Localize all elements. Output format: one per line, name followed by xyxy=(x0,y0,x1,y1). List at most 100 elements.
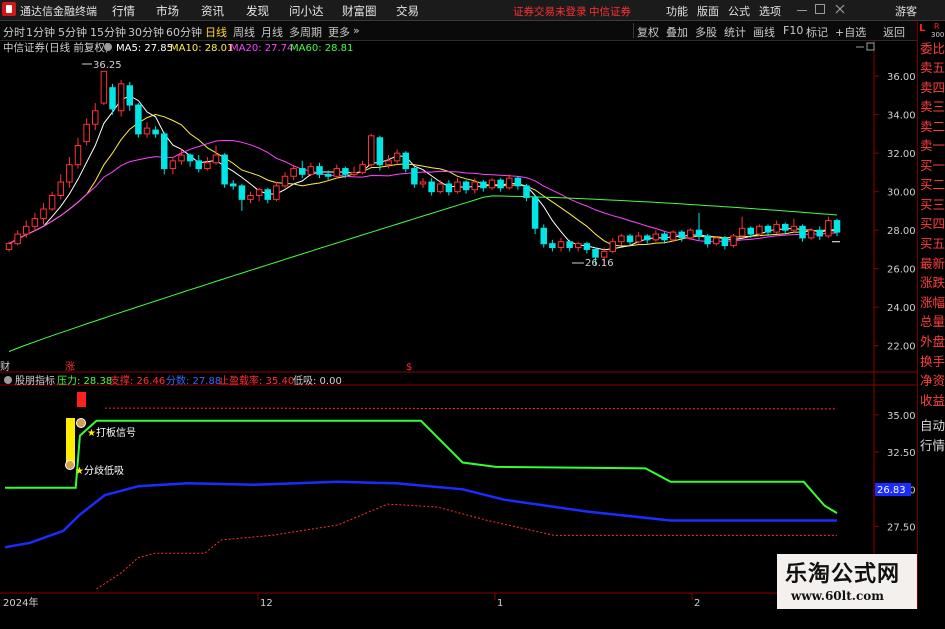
btn-biaoji[interactable]: 标记 xyxy=(806,24,828,40)
signal-yellow-bar xyxy=(66,418,75,464)
candle-body xyxy=(264,189,271,200)
candle-body xyxy=(307,166,315,175)
candle-body xyxy=(428,181,435,193)
signal-red-bar xyxy=(77,392,86,407)
period-15min[interactable]: 15分钟 xyxy=(90,24,126,40)
candle-body xyxy=(833,220,841,233)
candle-body xyxy=(747,227,754,235)
menu-wenxiaoda[interactable]: 问小达 xyxy=(289,3,324,19)
menu-caifuquan[interactable]: 财富圈 xyxy=(342,3,377,19)
candle-body xyxy=(273,185,280,200)
btn-zixuan[interactable]: +自选 xyxy=(835,24,866,40)
menu-faxian[interactable]: 发现 xyxy=(246,3,269,19)
xaxis-12: 12 xyxy=(260,598,273,609)
star-icon: ★ xyxy=(75,466,84,477)
signal-top-label: 打板信号 xyxy=(96,426,136,439)
candle-body xyxy=(23,225,30,235)
candle-body xyxy=(652,233,660,241)
candle-body xyxy=(186,154,194,162)
period-30min[interactable]: 30分钟 xyxy=(128,24,164,40)
menu-hangqing[interactable]: 行情 xyxy=(112,3,135,19)
btn-f10[interactable]: F10 xyxy=(783,24,803,37)
candle-body xyxy=(730,235,737,247)
guest-label[interactable]: 游客 xyxy=(895,3,917,19)
period-5min[interactable]: 5分钟 xyxy=(58,24,87,40)
candle-body xyxy=(626,235,634,243)
candle-body xyxy=(109,87,116,110)
candle-body xyxy=(238,185,246,200)
panel-l[interactable]: L xyxy=(919,23,925,34)
indicator-lowbuy: 低吸: 0.00 xyxy=(293,374,342,387)
candle-body xyxy=(350,171,358,175)
indicator-name: 股朋指标 xyxy=(15,374,55,387)
candle-body xyxy=(462,181,470,191)
login-warning[interactable]: 证券交易未登录 xyxy=(513,4,587,19)
candle-body xyxy=(281,175,289,187)
period-60min[interactable]: 60分钟 xyxy=(166,24,202,40)
candle-body xyxy=(195,160,202,170)
btn-huaxian[interactable]: 画线 xyxy=(753,24,775,40)
candle-body xyxy=(359,164,366,173)
period-daily[interactable]: 日线 xyxy=(205,24,227,40)
candle-body xyxy=(807,229,815,239)
pane-controls[interactable] xyxy=(856,42,875,51)
candle-body xyxy=(575,243,582,249)
chart-title: 中信证券(日线 前复权) xyxy=(3,41,109,54)
btn-diejia[interactable]: 叠加 xyxy=(666,24,688,40)
minimize-icon[interactable] xyxy=(797,4,807,11)
btn-tongji[interactable]: 统计 xyxy=(724,24,746,40)
period-monthly[interactable]: 月线 xyxy=(261,24,283,40)
ma60-label: MA60: 28.81 xyxy=(290,43,353,54)
candle-body xyxy=(74,144,82,166)
watermark: 乐淘公式网 www.60lt.com xyxy=(777,554,917,609)
chart-area[interactable]: 中信证券(日线 前复权) MA5: 27.85 MA10: 28.01 MA20… xyxy=(0,40,917,629)
menu-gongneng[interactable]: 功能 xyxy=(666,3,688,19)
panel-r[interactable]: R xyxy=(934,22,940,31)
close-icon[interactable] xyxy=(835,4,845,14)
quote-label: 委比 xyxy=(920,41,945,56)
btn-fanhui[interactable]: 返回 xyxy=(883,24,905,40)
chevron-icon[interactable]: » xyxy=(353,24,360,37)
candle-body xyxy=(411,168,418,185)
star-icon: ★ xyxy=(87,428,96,439)
candle-body xyxy=(531,196,539,229)
period-weekly[interactable]: 周线 xyxy=(233,24,255,40)
menu-xuanxiang[interactable]: 选项 xyxy=(759,3,781,19)
menu-banmian[interactable]: 版面 xyxy=(697,3,719,19)
candle-body xyxy=(600,250,608,258)
btn-fuquan[interactable]: 复权 xyxy=(637,24,659,40)
indicator-takeprofit: 止盈载率: 35.40 xyxy=(219,374,294,387)
ma60-line xyxy=(8,195,838,352)
candle-body xyxy=(480,181,487,189)
support-line xyxy=(96,503,837,590)
menu-jiaoyi[interactable]: 交易 xyxy=(396,3,419,19)
broker-name[interactable]: 中信证券 xyxy=(589,4,631,19)
btn-duogu[interactable]: 多股 xyxy=(695,24,717,40)
quote-label: 外盘 xyxy=(920,334,945,349)
candle-body xyxy=(66,164,73,183)
marker-zhang: 涨 xyxy=(65,361,75,373)
period-fenshi[interactable]: 分时 xyxy=(3,24,25,40)
quote-label[interactable]: 自动 xyxy=(920,419,945,432)
maximize-icon[interactable] xyxy=(815,4,825,14)
quote-label: 涨幅 xyxy=(920,295,945,310)
period-more[interactable]: 更多 xyxy=(328,24,350,40)
candle-body xyxy=(255,189,263,197)
candle-body xyxy=(635,235,642,243)
quote-label: 收益 xyxy=(920,393,945,408)
menu-gongshi[interactable]: 公式 xyxy=(728,3,750,19)
quote-label[interactable]: 行情 xyxy=(920,439,945,452)
settings-icon[interactable] xyxy=(104,43,112,51)
candle-body xyxy=(161,133,168,170)
candle-body xyxy=(169,160,177,170)
candle-body xyxy=(618,235,625,243)
candle-body xyxy=(324,173,332,177)
menu-shichang[interactable]: 市场 xyxy=(156,3,179,19)
candle-body xyxy=(299,168,306,175)
period-1min[interactable]: 1分钟 xyxy=(26,24,55,40)
period-multi[interactable]: 多周期 xyxy=(289,24,322,40)
menu-zixun[interactable]: 资讯 xyxy=(201,3,224,19)
candle-body xyxy=(687,229,694,239)
indicator-settings-icon[interactable] xyxy=(4,376,12,384)
candle-body xyxy=(799,225,806,239)
